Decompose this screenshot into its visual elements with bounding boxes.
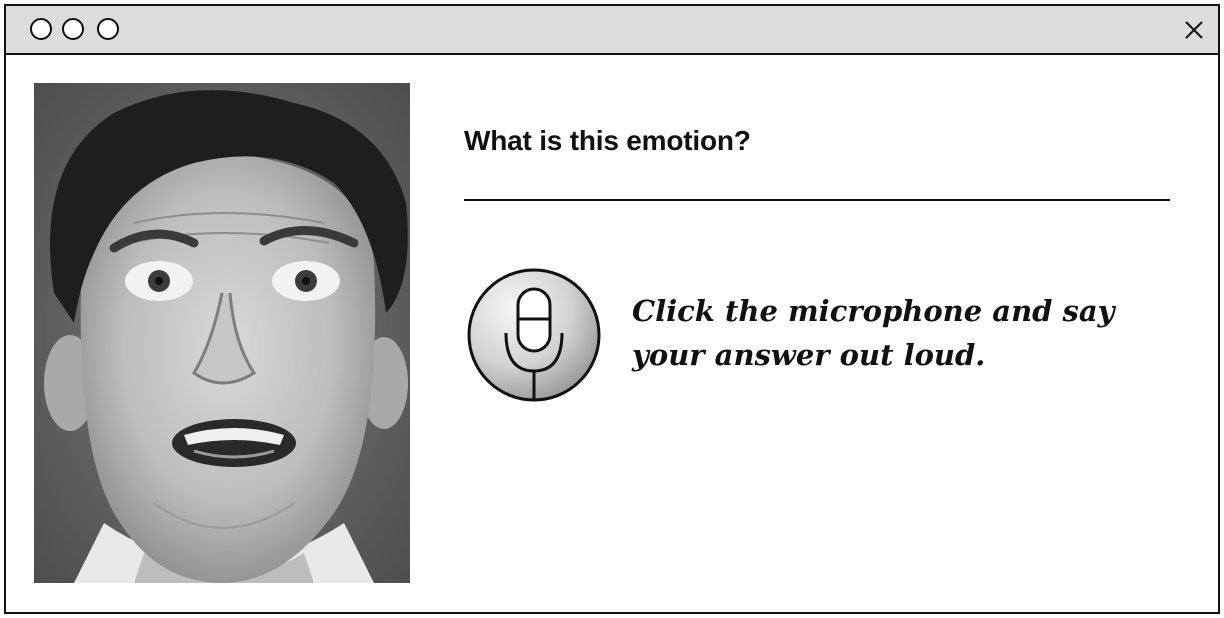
close-button[interactable] xyxy=(1182,18,1206,42)
window-control-circle-3[interactable] xyxy=(97,18,119,40)
main-content: What is this emotion? Click the micropho… xyxy=(6,55,1218,612)
question-heading: What is this emotion? xyxy=(464,125,751,156)
face-photo xyxy=(34,83,410,583)
instruction-line-1: Click the microphone and say xyxy=(632,294,1115,328)
window-control-circle-1[interactable] xyxy=(30,18,52,40)
app-window: What is this emotion? Click the micropho… xyxy=(4,4,1220,614)
microphone-button[interactable] xyxy=(466,267,602,403)
microphone-icon xyxy=(467,268,601,402)
answer-line xyxy=(464,199,1170,201)
instruction-line-2: your answer out loud. xyxy=(632,338,986,372)
instruction-text: Click the microphone and say your answer… xyxy=(632,289,1172,377)
close-icon xyxy=(1185,21,1203,39)
title-bar xyxy=(6,6,1218,55)
window-control-circle-2[interactable] xyxy=(62,18,84,40)
